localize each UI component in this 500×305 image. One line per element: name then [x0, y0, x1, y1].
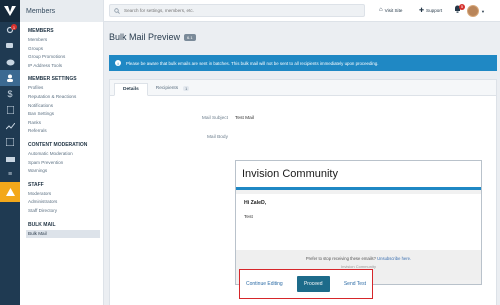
sidebar-group-content-moderation: CONTENT MODERATION Automatic Moderation … — [20, 142, 103, 176]
email-accent-bar — [236, 187, 481, 190]
sidebar-item-moderators[interactable]: Moderators — [28, 190, 103, 199]
sidebar-group-member-settings: MEMBER SETTINGS Profiles Reputation & Re… — [20, 76, 103, 136]
info-icon: i — [115, 60, 121, 66]
unsubscribe-link[interactable]: Unsubscribe here. — [377, 256, 411, 261]
sidebar-group-bulk-mail: BULK MAIL Bulk Mail — [20, 222, 103, 239]
sidebar-item-reputation[interactable]: Reputation & Reactions — [28, 93, 103, 102]
sidebar-item-warnings[interactable]: Warnings — [28, 167, 103, 176]
tab-details[interactable]: Details — [114, 83, 148, 96]
sidebar-item-bulk-mail[interactable]: Bulk Mail — [26, 229, 100, 239]
members-icon[interactable] — [0, 70, 20, 86]
sidebar-item-spam-prevention[interactable]: Spam Prevention — [28, 159, 103, 168]
tab-bar: Details Recipients 1 — [110, 80, 496, 96]
sidebar-group-staff: STAFF Moderators Administrators Staff Di… — [20, 182, 103, 216]
sidebar: Members MEMBERS Members Groups Group Pro… — [20, 0, 104, 305]
info-message: i Please be aware that bulk emails are s… — [109, 55, 497, 71]
chat-icon[interactable] — [0, 54, 20, 70]
subject-value: Test Mail — [235, 116, 254, 121]
chevron-down-icon: ▼ — [481, 8, 485, 14]
search-box[interactable] — [109, 4, 365, 17]
sidebar-item-automatic-moderation[interactable]: Automatic Moderation — [28, 150, 103, 159]
customization-icon[interactable] — [0, 134, 20, 150]
page-title: Bulk Mail Preview 6.1 — [109, 32, 196, 42]
sidebar-item-referrals[interactable]: Referrals — [28, 127, 103, 136]
email-body: Hi ZaleD, Test — [236, 194, 481, 250]
icon-rail: 1 $ ≡ — [0, 0, 20, 305]
sidebar-item-profiles[interactable]: Profiles — [28, 84, 103, 93]
top-bar: ⌂ Visit Site ✚ Support 5 ▼ — [104, 0, 500, 22]
sidebar-item-ip-address-tools[interactable]: IP Address Tools — [28, 62, 103, 71]
sidebar-item-notifications[interactable]: Notifications — [28, 102, 103, 111]
sidebar-group-title: MEMBER SETTINGS — [28, 76, 77, 83]
tab-label: Details — [123, 87, 139, 92]
recipients-count: 1 — [183, 86, 190, 91]
support-link[interactable]: ✚ Support — [419, 7, 442, 14]
sidebar-item-groups[interactable]: Groups — [28, 45, 103, 54]
avatar — [467, 5, 479, 17]
community-icon[interactable] — [0, 38, 20, 54]
sidebar-heading: Members — [20, 0, 103, 22]
marketplace-icon[interactable] — [0, 150, 20, 166]
alert-badge: 5 — [459, 3, 465, 10]
sidebar-item-staff-directory[interactable]: Staff Directory — [28, 207, 103, 216]
tab-label: Recipients — [155, 86, 179, 91]
subject-label: Mail Subject — [201, 116, 228, 121]
email-preview: Invision Community Hi ZaleD, Test Prefer… — [235, 160, 482, 285]
action-bar: Continue Editing Proceed Send Test — [239, 269, 373, 299]
sidebar-group-title: CONTENT MODERATION — [28, 141, 88, 148]
notification-badge: 1 — [11, 24, 17, 30]
sidebar-item-ban-settings[interactable]: Ban Settings — [28, 110, 103, 119]
page-title-text: Bulk Mail Preview — [109, 32, 181, 42]
sidebar-item-group-promotions[interactable]: Group Promotions — [28, 53, 103, 62]
sidebar-group-title: BULK MAIL — [28, 221, 56, 228]
sidebar-group-title: MEMBERS — [28, 28, 54, 34]
send-test-button[interactable]: Send Test — [344, 281, 366, 287]
logo[interactable] — [0, 0, 20, 22]
alerts-button[interactable]: 5 — [454, 3, 465, 13]
support-icon: ✚ — [419, 8, 425, 14]
body-label: Mail Body — [206, 135, 228, 140]
user-menu[interactable]: ▼ — [467, 5, 485, 17]
sidebar-item-administrators[interactable]: Administrators — [28, 198, 103, 207]
sidebar-group-members: MEMBERS Members Groups Group Promotions … — [20, 28, 103, 70]
version-badge: 6.1 — [184, 33, 196, 41]
proceed-button[interactable]: Proceed — [296, 276, 330, 292]
visit-site-label: Visit Site — [384, 7, 403, 13]
tab-recipients[interactable]: Recipients 1 — [148, 82, 198, 95]
continue-editing-button[interactable]: Continue Editing — [246, 281, 283, 287]
warning-icon[interactable] — [0, 182, 20, 202]
support-label: Support — [426, 8, 443, 13]
commerce-icon[interactable]: $ — [0, 86, 20, 102]
stats-icon[interactable] — [0, 118, 20, 134]
system-icon[interactable]: 1 — [0, 22, 20, 38]
info-text: Please be aware that bulk emails are sen… — [126, 60, 379, 66]
unsubscribe-prompt: Prefer to stop receiving these emails? — [305, 256, 376, 261]
email-greeting: Hi ZaleD, — [244, 200, 267, 206]
email-brand: Invision Community — [236, 161, 481, 187]
sidebar-group-title: STAFF — [28, 181, 44, 188]
sidebar-item-ranks[interactable]: Ranks — [28, 119, 103, 128]
main-content: Bulk Mail Preview 6.1 i Please be aware … — [104, 22, 500, 305]
visit-site-link[interactable]: ⌂ Visit Site — [379, 7, 402, 13]
email-message: Test — [244, 215, 253, 220]
menu-icon[interactable]: ≡ — [0, 166, 20, 182]
search-input[interactable] — [124, 8, 354, 13]
pages-icon[interactable] — [0, 102, 20, 118]
sidebar-item-members[interactable]: Members — [28, 36, 103, 45]
search-icon — [114, 7, 120, 14]
home-icon: ⌂ — [379, 7, 383, 13]
